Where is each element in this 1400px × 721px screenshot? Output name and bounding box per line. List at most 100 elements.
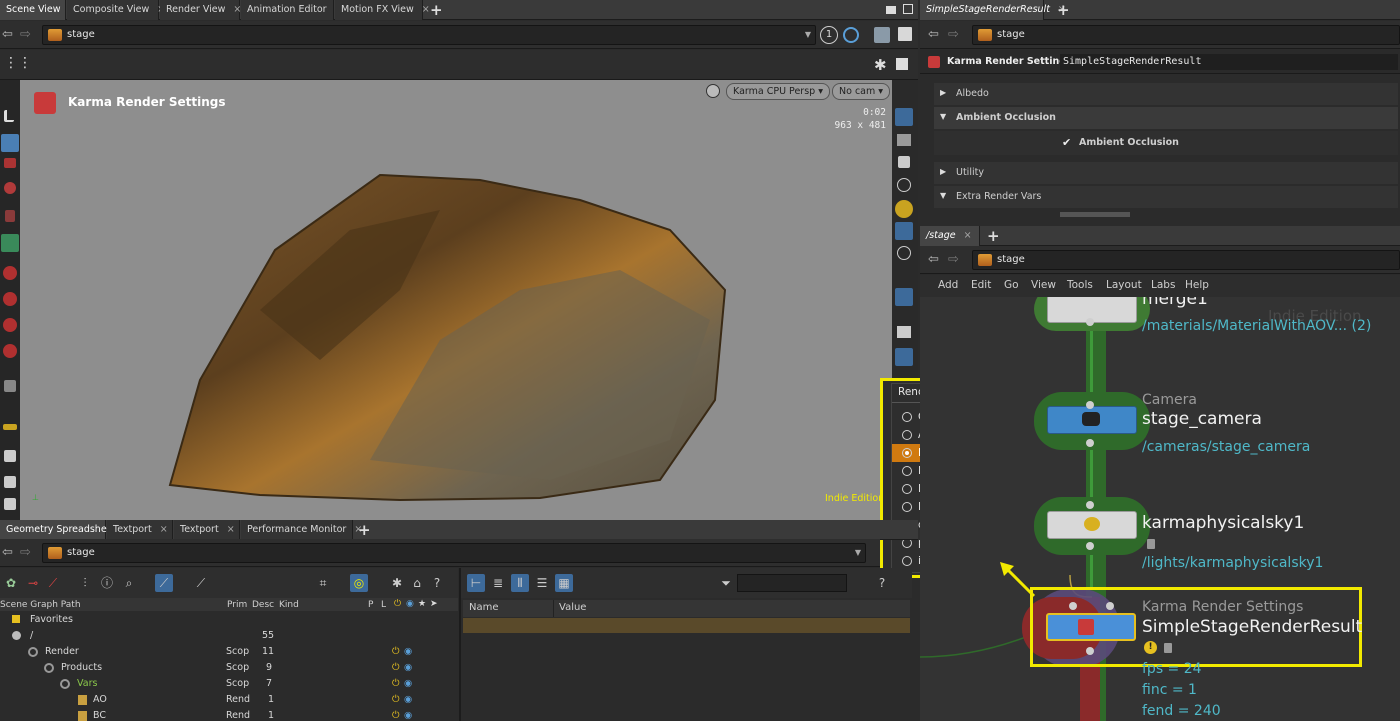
safe-area-icon[interactable]: [897, 134, 911, 146]
filter-funnel-icon[interactable]: ⏷: [717, 574, 735, 592]
back-arrow-icon[interactable]: ⇦: [928, 27, 939, 42]
info-icon[interactable]: ⓘ: [98, 574, 116, 592]
pin-icon[interactable]: ⟋: [192, 574, 210, 592]
tab-performance-monitor[interactable]: Performance Monitor ×: [241, 520, 362, 540]
section-extra-render-vars[interactable]: ▼ Extra Render Vars: [934, 186, 1398, 208]
forward-arrow-icon[interactable]: ⇨: [948, 252, 959, 267]
list-view-icon[interactable]: ≣: [489, 574, 507, 592]
tree-row-ao[interactable]: AO Rend 1 ⏻ ◉: [0, 692, 458, 708]
visibility-toggle-icon[interactable]: ◉: [404, 644, 412, 660]
tree-row-render[interactable]: Render Scop 11 ⏻ ◉: [0, 644, 458, 660]
material-filter-icon[interactable]: ⟋: [44, 574, 62, 592]
column-header[interactable]: Value: [559, 601, 586, 615]
lock-icon[interactable]: [1, 134, 19, 152]
section-utility[interactable]: ▶ Utility: [934, 162, 1398, 184]
lock-camera-icon[interactable]: [898, 156, 910, 168]
chevron-down-icon[interactable]: ▼: [805, 26, 811, 44]
add-tab-button[interactable]: +: [358, 520, 371, 540]
menu-view[interactable]: View: [1031, 279, 1056, 291]
node-input-dot[interactable]: [1086, 401, 1094, 409]
active-toggle-icon[interactable]: ⏻: [392, 692, 400, 708]
node-output-dot[interactable]: [1086, 439, 1094, 447]
forward-arrow-icon[interactable]: ⇨: [948, 27, 959, 42]
pose-tool-icon[interactable]: [3, 318, 17, 332]
pane-menu-icon[interactable]: [886, 6, 896, 14]
add-tab-button[interactable]: +: [987, 226, 1000, 246]
column-header[interactable]: Prim: [227, 598, 247, 612]
house-icon[interactable]: ⌂: [408, 574, 426, 592]
handle-tool-icon[interactable]: [1, 234, 19, 252]
tab-geometry-spreadsheet[interactable]: Geometry Spreadsheet×: [0, 520, 132, 540]
active-toggle-icon[interactable]: ⏻: [392, 676, 400, 692]
menu-help[interactable]: Help: [1185, 279, 1209, 291]
tab-textport-2[interactable]: Textport ×: [174, 520, 240, 540]
close-icon[interactable]: ×: [227, 524, 235, 535]
column-divider[interactable]: [553, 600, 554, 617]
headlight-icon[interactable]: [895, 200, 913, 218]
snap-tool-icon[interactable]: [4, 380, 16, 392]
column-header[interactable]: Kind: [279, 598, 299, 612]
warning-icon[interactable]: !: [1144, 641, 1157, 654]
tab-parameters[interactable]: SimpleStageRenderResult ×: [920, 0, 1066, 20]
spreadsheet-path-field[interactable]: stage ▼: [42, 543, 866, 563]
node-simplestagerenderresult[interactable]: [1046, 613, 1136, 641]
visibility-toggle-icon[interactable]: ◉: [404, 676, 412, 692]
network-editor[interactable]: Indie Edition merge1 /materials/Material…: [920, 297, 1400, 721]
stack-tool-icon[interactable]: [4, 498, 16, 510]
cook-icon[interactable]: [843, 27, 859, 43]
column-header[interactable]: Name: [469, 601, 499, 615]
render-icon[interactable]: [895, 348, 913, 366]
menu-go[interactable]: Go: [1004, 279, 1019, 291]
brush-tool-icon[interactable]: [3, 344, 17, 358]
pause-render-icon[interactable]: [895, 288, 913, 306]
add-tab-button[interactable]: +: [430, 0, 443, 20]
update-mode-icon[interactable]: 1: [820, 26, 838, 44]
visibility-toggle-icon[interactable]: ◉: [404, 660, 412, 676]
lock-icon[interactable]: [1164, 643, 1172, 653]
snapshot-icon[interactable]: [897, 326, 911, 338]
close-icon[interactable]: ×: [160, 524, 168, 535]
active-toggle-icon[interactable]: ⏻: [392, 660, 400, 676]
lock-icon[interactable]: [1147, 539, 1155, 549]
node-input-dot[interactable]: [1106, 602, 1114, 610]
help-icon[interactable]: ?: [428, 574, 446, 592]
ao-toggle-label[interactable]: Ambient Occlusion: [1079, 137, 1179, 148]
gear-icon[interactable]: ✱: [874, 56, 887, 74]
add-tab-button[interactable]: +: [1057, 0, 1070, 20]
columns-view-icon[interactable]: ⫴: [511, 574, 529, 592]
close-icon[interactable]: ×: [422, 4, 430, 15]
back-arrow-icon[interactable]: ⇦: [928, 252, 939, 267]
back-arrow-icon[interactable]: ⇦: [2, 545, 13, 560]
tree-row-products[interactable]: Products Scop 9 ⏻ ◉: [0, 660, 458, 676]
node-output-dot[interactable]: [1086, 647, 1094, 655]
help-icon[interactable]: ?: [873, 574, 891, 592]
shading-icon[interactable]: [895, 222, 913, 240]
ruler-tool-icon[interactable]: [3, 424, 17, 430]
tab-scene-view[interactable]: Scene View×: [0, 0, 77, 20]
search-icon[interactable]: ⌕: [120, 574, 138, 592]
forward-arrow-icon[interactable]: ⇨: [20, 27, 31, 42]
tree-row-favorites[interactable]: Favorites: [0, 612, 458, 628]
tab-composite-view[interactable]: Composite View×: [67, 0, 165, 20]
tab-network[interactable]: /stage ×: [920, 226, 980, 246]
filter-icon[interactable]: ✿: [2, 574, 20, 592]
node-output-dot[interactable]: [1086, 318, 1094, 326]
chevron-down-icon[interactable]: ▼: [855, 544, 861, 562]
menu-edit[interactable]: Edit: [971, 279, 991, 291]
checkmark-icon[interactable]: ✔: [1062, 136, 1071, 149]
tree-row-root[interactable]: / 55: [0, 628, 458, 644]
scale-tool-icon[interactable]: [5, 210, 15, 222]
parameter-slider[interactable]: [1060, 212, 1130, 217]
menu-labs[interactable]: Labs: [1151, 279, 1175, 291]
node-output-dot[interactable]: [1086, 542, 1094, 550]
section-ambient-occlusion[interactable]: ▼ Ambient Occlusion: [934, 107, 1398, 129]
node-name-field[interactable]: SimpleStageRenderResult: [1060, 54, 1398, 70]
column-header[interactable]: Scene Graph Path: [0, 598, 81, 612]
tree-row-bc[interactable]: BC Rend 1 ⏻ ◉: [0, 708, 458, 721]
filter-input[interactable]: [737, 574, 847, 592]
edit-tool-icon[interactable]: [4, 450, 16, 462]
gear-icon[interactable]: ✱: [388, 574, 406, 592]
display-mode-icon[interactable]: [895, 108, 913, 126]
properties-row[interactable]: [463, 618, 910, 633]
visibility-icon[interactable]: [897, 178, 911, 192]
